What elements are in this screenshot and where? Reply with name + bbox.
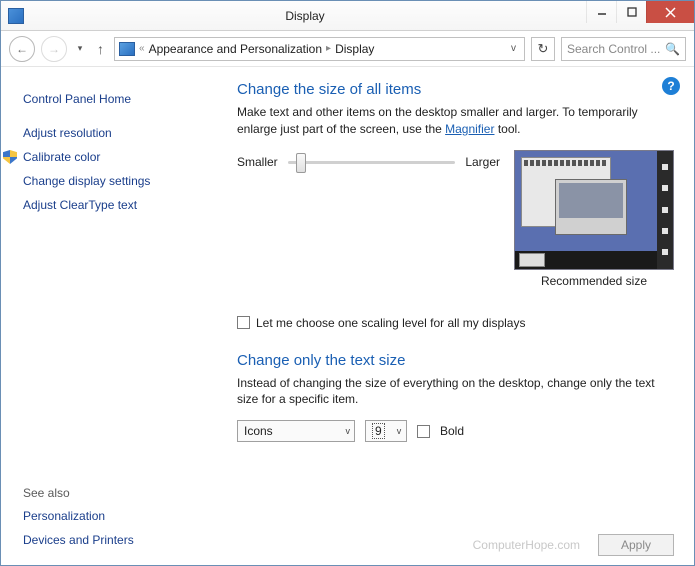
slider-thumb[interactable]	[296, 153, 306, 173]
heading-change-size: Change the size of all items	[237, 81, 674, 98]
minimize-button[interactable]	[586, 1, 616, 23]
desc-text: Make text and other items on the desktop…	[237, 105, 638, 136]
scaling-checkbox-label: Let me choose one scaling level for all …	[256, 316, 525, 330]
close-button[interactable]	[646, 1, 694, 23]
personalization-link[interactable]: Personalization	[23, 504, 203, 528]
bold-label: Bold	[440, 424, 464, 438]
font-size-value: 9	[372, 423, 385, 439]
search-placeholder: Search Control ...	[567, 42, 660, 56]
adjust-cleartype-link[interactable]: Adjust ClearType text	[23, 193, 203, 217]
refresh-button[interactable]: ↻	[531, 37, 555, 61]
main-panel: ? Change the size of all items Make text…	[211, 67, 694, 566]
calibrate-color-link[interactable]: Calibrate color	[23, 145, 100, 169]
heading-text-size: Change only the text size	[237, 352, 674, 369]
scaling-checkbox[interactable]	[237, 316, 250, 329]
description-1: Make text and other items on the desktop…	[237, 104, 674, 138]
address-bar[interactable]: « Appearance and Personalization ▸ Displ…	[114, 37, 525, 61]
window-title: Display	[24, 9, 586, 23]
text-size-controls: Icons v 9 v Bold	[237, 420, 674, 442]
font-size-select[interactable]: 9 v	[365, 420, 407, 442]
recommended-size-label: Recommended size	[541, 274, 647, 288]
shield-icon	[3, 150, 17, 164]
desc-text: tool.	[494, 122, 520, 136]
chevron-down-icon: v	[397, 426, 402, 436]
address-dropdown-icon[interactable]: v	[507, 43, 520, 54]
nav-bar: ← → ▾ ↑ « Appearance and Personalization…	[1, 31, 694, 67]
app-icon	[8, 8, 24, 24]
size-slider[interactable]	[288, 150, 456, 174]
breadcrumb-item[interactable]: Display	[335, 42, 374, 56]
window-buttons	[586, 1, 694, 30]
slider-label-smaller: Smaller	[237, 155, 278, 169]
footer: ComputerHope.com Apply	[473, 534, 674, 556]
breadcrumb-item[interactable]: Appearance and Personalization	[149, 42, 322, 56]
magnifier-link[interactable]: Magnifier	[445, 122, 494, 136]
item-select[interactable]: Icons v	[237, 420, 355, 442]
title-bar: Display	[1, 1, 694, 31]
slider-label-larger: Larger	[465, 155, 500, 169]
sidebar: Control Panel Home Adjust resolution Cal…	[1, 67, 211, 566]
bold-checkbox[interactable]	[417, 425, 430, 438]
breadcrumb-separator: «	[139, 43, 145, 54]
apply-button[interactable]: Apply	[598, 534, 674, 556]
up-button[interactable]: ↑	[93, 41, 108, 57]
search-input[interactable]: Search Control ... 🔍	[561, 37, 686, 61]
back-button[interactable]: ←	[9, 36, 35, 62]
maximize-button[interactable]	[616, 1, 646, 23]
adjust-resolution-link[interactable]: Adjust resolution	[23, 121, 203, 145]
scaling-checkbox-row: Let me choose one scaling level for all …	[237, 316, 674, 330]
see-also-label: See also	[23, 486, 203, 500]
size-slider-row: Smaller Larger	[237, 150, 500, 174]
monitor-icon	[119, 42, 135, 56]
slider-track	[288, 161, 456, 164]
search-icon: 🔍	[665, 42, 680, 56]
watermark: ComputerHope.com	[473, 538, 580, 552]
chevron-right-icon: ▸	[326, 43, 331, 54]
devices-printers-link[interactable]: Devices and Printers	[23, 528, 203, 552]
description-2: Instead of changing the size of everythi…	[237, 375, 674, 409]
preview-thumbnail	[514, 150, 674, 270]
forward-button[interactable]: →	[41, 36, 67, 62]
preview-wrap: Recommended size	[514, 150, 674, 288]
control-panel-home-link[interactable]: Control Panel Home	[23, 87, 203, 111]
history-dropdown[interactable]: ▾	[73, 42, 87, 56]
help-icon[interactable]: ?	[662, 77, 680, 95]
change-display-settings-link[interactable]: Change display settings	[23, 169, 203, 193]
chevron-down-icon: v	[346, 426, 351, 436]
item-select-value: Icons	[244, 424, 273, 438]
